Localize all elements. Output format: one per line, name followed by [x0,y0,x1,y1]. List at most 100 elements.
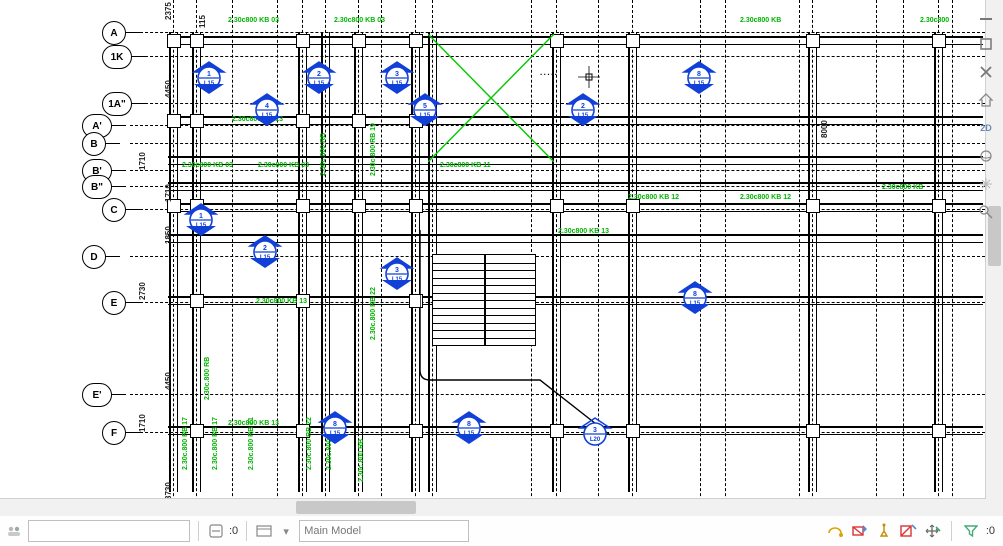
column [932,199,946,213]
section-callout: 2 L15 [300,58,338,92]
beam [934,32,943,492]
window-close-icon[interactable] [974,60,998,84]
beam-annotation: 2.30c.800 RB 21 [248,417,255,470]
beam-annotation: 2.30c800 KB [740,17,781,24]
beam [169,32,178,492]
grid-bubble: 1K [102,45,132,69]
svg-text:2: 2 [263,245,267,252]
grid-line [725,0,726,516]
column [167,114,181,128]
column [806,34,820,48]
column [409,199,423,213]
dimension-text: 4450 [164,80,173,98]
section-callout: 3 L20 [576,414,614,448]
grid-bubble: D [82,245,106,269]
selection-count: :0 [229,525,238,537]
select-underlay-icon[interactable] [851,522,869,540]
beam-annotation: 2.30c800 KB 12 [740,194,791,201]
beam-annotation: 2.30c.800 RB 22 [370,287,377,340]
beam-annotation: 2.30c.800 RB 22 [306,417,313,470]
window-min-icon[interactable] [974,4,998,28]
home-icon[interactable] [974,88,998,112]
beam-annotation: 2.30c800 KB 13 [256,298,307,305]
select-pinned-icon[interactable] [875,522,893,540]
grid-bubble: B" [82,175,112,199]
beam-annotation: 2.30c800 KB 03 [258,162,309,169]
column [932,424,946,438]
two-d-toggle[interactable]: 2D [974,116,998,140]
grid-bubble: E [102,291,126,315]
horizontal-scrollbar[interactable] [0,498,986,516]
stair [432,254,536,346]
svg-text:L20: L20 [590,437,601,443]
select-links-icon[interactable] [827,522,845,540]
editable-only-icon[interactable] [207,522,225,540]
svg-text:4: 4 [265,103,269,110]
filter-count: :0 [986,525,995,537]
grid-line [232,0,233,516]
view-tools: 2D [971,4,1001,224]
zoom-icon[interactable] [974,200,998,224]
section-callout: 8 L15 [676,278,714,312]
beam [808,32,817,492]
beam-annotation: 2.30c800 KB 11 [440,162,491,169]
filter-icon[interactable] [962,522,980,540]
beam [168,203,983,212]
section-callout: 5 L15 [406,90,444,124]
svg-text:1: 1 [199,213,203,220]
cursor-crosshair [578,66,600,93]
svg-text:8: 8 [333,421,337,428]
beam [354,32,363,492]
dimension-text: 8000 [820,120,829,138]
section-callout: 2 L15 [246,232,284,266]
pan-icon[interactable] [974,172,998,196]
drawing-canvas[interactable]: A1K1A"A'BB'B"CDEE'F237544501710171018502… [0,0,1003,516]
select-face-icon[interactable] [899,522,917,540]
grid-bubble: F [102,421,126,445]
column [167,34,181,48]
column [190,114,204,128]
design-options-dropdown-icon[interactable]: ▾ [277,522,295,540]
svg-text:5: 5 [423,103,427,110]
beam [192,32,201,492]
beam-annotation: 2.30c.800 RB [358,439,365,482]
svg-text:3: 3 [395,267,399,274]
section-callout: 3 L15 [378,58,416,92]
svg-text:3: 3 [395,71,399,78]
design-options-icon[interactable] [255,522,273,540]
section-callout: 2 L15 [564,90,602,124]
main-model-label: Main Model [304,525,361,537]
grid-bubble: A [102,21,126,45]
svg-text:3: 3 [593,427,597,434]
grid-line [876,0,877,516]
window-max-icon[interactable] [974,32,998,56]
column [932,34,946,48]
worksets-combo[interactable] [28,520,190,542]
column [190,34,204,48]
beam-annotation: 2.30c800 KB 12 [628,194,679,201]
column [550,199,564,213]
dimension-text: 115 [198,15,207,28]
column [190,424,204,438]
drag-elements-icon[interactable] [923,522,941,540]
svg-text:8: 8 [697,71,701,78]
svg-text:8: 8 [467,421,471,428]
beam [168,182,983,191]
column [626,199,640,213]
column [806,199,820,213]
dimension-text: 1710 [164,184,173,202]
dimension-text: 1850 [164,226,173,244]
section-callout: 1 L15 [190,58,228,92]
orbit-icon[interactable] [974,144,998,168]
column [190,294,204,308]
column [626,34,640,48]
beam-annotation: 2.30c800 KB 03 [334,17,385,24]
grid-bubble: E' [82,383,112,407]
beam-annotation: 2.30c.800 RB 17 [212,417,219,470]
column [806,424,820,438]
worksharing-icon[interactable] [6,522,24,540]
beam-annotation: 2.30c800 KB 13 [558,228,609,235]
beam-annotation: 2.30c800 [920,17,949,24]
dimension-text: 2375 [164,2,173,20]
main-model-combo[interactable]: Main Model [299,520,469,542]
